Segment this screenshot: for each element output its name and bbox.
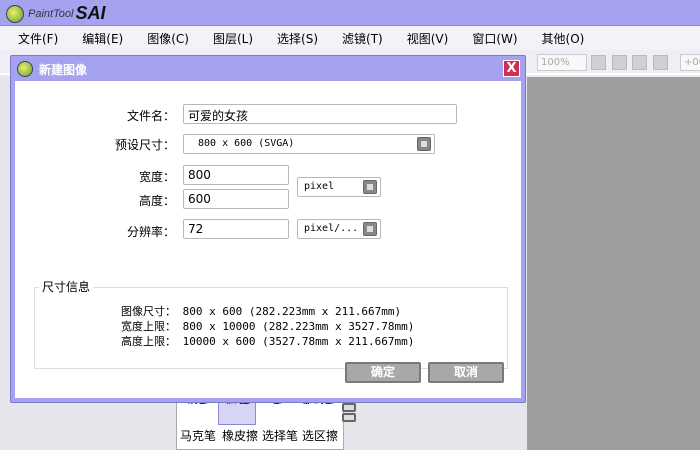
chevron-down-icon (363, 222, 377, 236)
tool-select-pen[interactable]: 选择笔 (260, 427, 300, 444)
info-value: 10000 x 600 (3527.78mm x 211.667mm) (182, 335, 415, 348)
info-width-limit: 宽度上限： 800 x 10000 (282.223mm x 3527.78mm… (121, 318, 414, 334)
close-button[interactable]: X (503, 60, 520, 77)
chevron-down-icon (363, 180, 377, 194)
resolution-input[interactable]: 72 (183, 219, 289, 239)
preset-value: 800 x 600 (SVGA) (198, 138, 295, 149)
ok-button[interactable]: 确定 (345, 362, 421, 383)
resolution-unit-select[interactable]: pixel/... (297, 219, 381, 239)
width-label: 宽度： (138, 170, 175, 184)
zoom-in-button[interactable] (632, 55, 647, 70)
preset-label: 预设尺寸： (114, 138, 175, 152)
app-logo: PaintTool SAI (6, 3, 105, 24)
menu-filter[interactable]: 滤镜(T) (342, 30, 383, 47)
rotation-input[interactable]: +00 (680, 54, 700, 71)
size-unit-select[interactable]: pixel (297, 177, 381, 197)
size-info-title: 尺寸信息 (39, 278, 94, 295)
palette-scroll-down[interactable] (342, 413, 356, 422)
dialog-titlebar: 新建图像 (17, 59, 87, 79)
menubar: 文件(F) 编辑(E) 图像(C) 图层(L) 选择(S) 滤镜(T) 视图(V… (0, 26, 700, 50)
logo-brand: SAI (75, 3, 106, 23)
menu-window[interactable]: 窗口(W) (472, 30, 517, 47)
info-height-limit: 高度上限： 10000 x 600 (3527.78mm x 211.667mm… (121, 333, 414, 349)
logo-icon (6, 4, 24, 23)
height-label: 高度： (138, 194, 175, 208)
menu-select[interactable]: 选择(S) (277, 30, 318, 47)
menu-layer[interactable]: 图层(L) (213, 30, 253, 47)
info-value: 800 x 600 (282.223mm x 211.667mm) (182, 305, 402, 318)
tool-select-eraser[interactable]: 选区擦 (300, 427, 340, 444)
menu-edit[interactable]: 编辑(E) (82, 30, 123, 47)
filename-label: 文件名： (126, 109, 175, 123)
tool-eraser[interactable]: 橡皮擦 (220, 427, 260, 444)
chevron-down-icon (417, 137, 431, 151)
zoom-level-input[interactable]: 100% (537, 54, 587, 71)
new-image-dialog: 新建图像 X 文件名： 可爱的女孩 预设尺寸： 800 x 600 (SVGA)… (10, 55, 526, 403)
zoom-out-button[interactable] (612, 55, 627, 70)
zoom-fit-button[interactable] (653, 55, 668, 70)
menu-view[interactable]: 视图(V) (407, 30, 449, 47)
info-label: 高度上限： (121, 335, 176, 348)
info-value: 800 x 10000 (282.223mm x 3527.78mm) (182, 320, 415, 333)
zoom-reset-button[interactable] (591, 55, 606, 70)
dialog-body: 文件名： 可爱的女孩 预设尺寸： 800 x 600 (SVGA) 宽度： 80… (15, 81, 521, 398)
menu-file[interactable]: 文件(F) (18, 30, 58, 47)
menu-other[interactable]: 其他(O) (542, 30, 585, 47)
info-label: 宽度上限： (121, 320, 176, 333)
canvas-area[interactable] (527, 77, 700, 450)
info-image-size: 图像尺寸： 800 x 600 (282.223mm x 211.667mm) (121, 303, 401, 319)
info-label: 图像尺寸： (121, 305, 176, 318)
preset-select[interactable]: 800 x 600 (SVGA) (183, 134, 435, 154)
resolution-unit-value: pixel/... (304, 223, 359, 234)
logo-text: PaintTool (28, 7, 74, 20)
app-icon (17, 61, 33, 77)
app-titlebar: PaintTool SAI (0, 0, 700, 26)
menu-image[interactable]: 图像(C) (147, 30, 189, 47)
height-input[interactable]: 600 (183, 189, 289, 209)
filename-input[interactable]: 可爱的女孩 (183, 104, 457, 124)
dialog-title: 新建图像 (39, 62, 88, 77)
cancel-button[interactable]: 取消 (428, 362, 504, 383)
size-unit-value: pixel (304, 181, 335, 192)
tool-marker[interactable]: 马克笔 (178, 427, 218, 444)
width-input[interactable]: 800 (183, 165, 289, 185)
resolution-label: 分辨率： (126, 225, 175, 239)
palette-scroll-up[interactable] (342, 403, 356, 412)
